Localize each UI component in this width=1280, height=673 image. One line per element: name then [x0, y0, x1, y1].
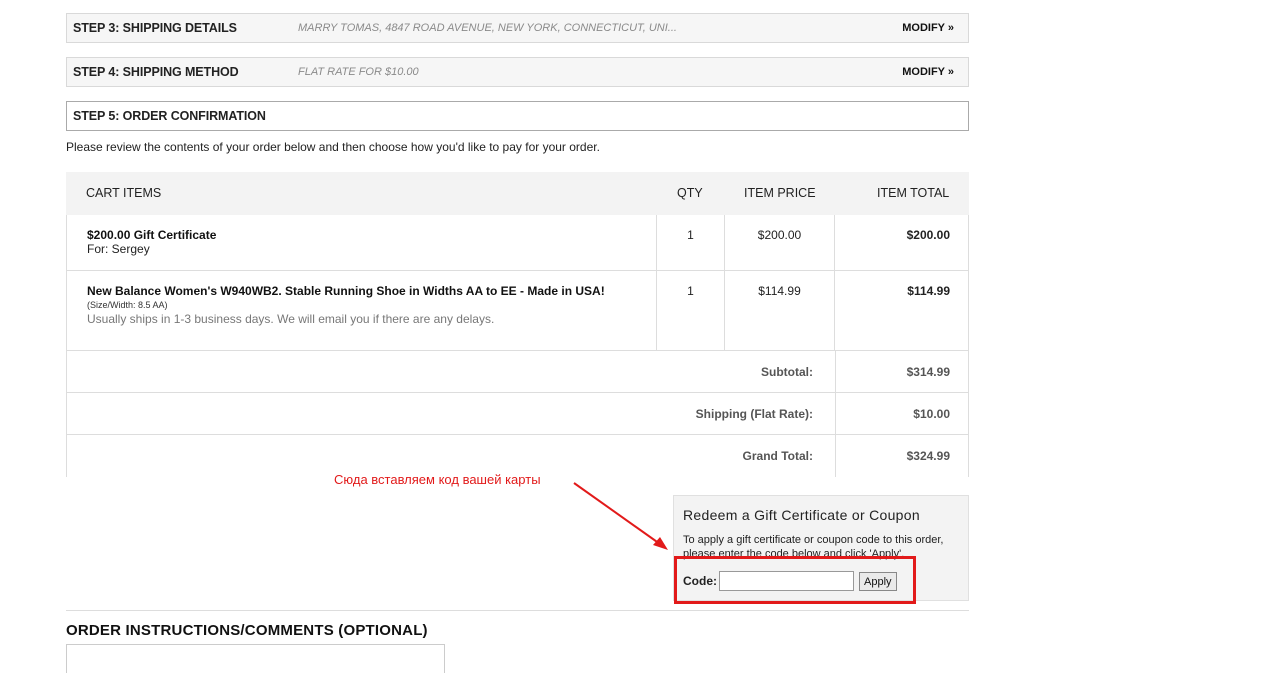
- coupon-panel: Redeem a Gift Certificate or Coupon To a…: [673, 495, 969, 601]
- comments-textarea[interactable]: [66, 644, 445, 673]
- apply-coupon-button[interactable]: Apply: [859, 572, 897, 591]
- coupon-description: To apply a gift certificate or coupon co…: [683, 534, 944, 560]
- coupon-code-input[interactable]: [719, 571, 854, 591]
- coupon-code-label: Code:: [683, 574, 717, 588]
- section-divider: [66, 610, 969, 611]
- comments-title: ORDER INSTRUCTIONS/COMMENTS (OPTIONAL): [66, 622, 428, 639]
- annotation-arrow-icon: [573, 482, 668, 550]
- coupon-title: Redeem a Gift Certificate or Coupon: [683, 507, 920, 523]
